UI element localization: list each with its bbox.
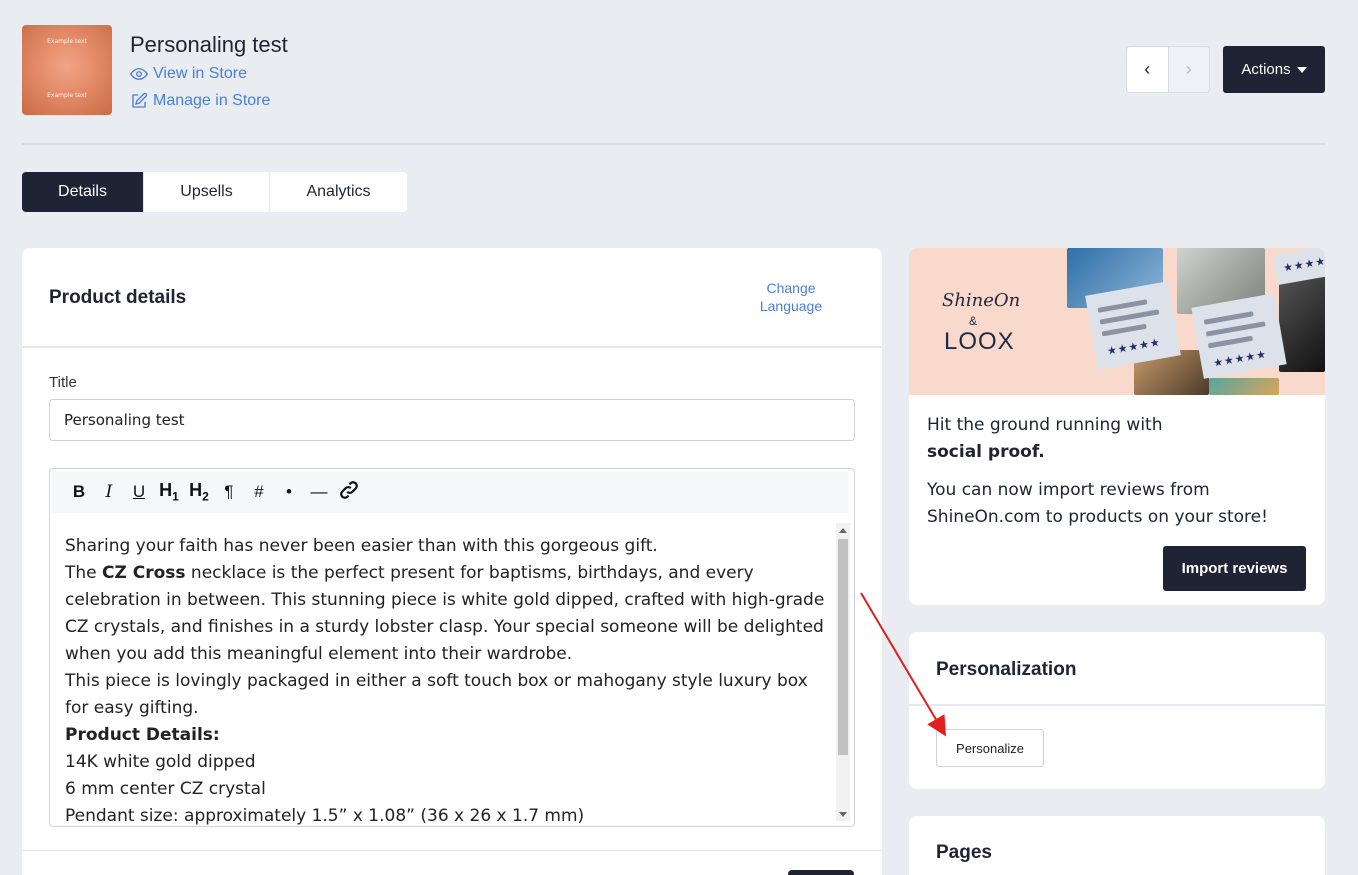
description-editor[interactable]: B I U H1 H2 ¶ # • — Sharing your faith h… xyxy=(49,468,855,827)
scroll-up-icon[interactable] xyxy=(839,528,847,533)
product-details-header: Product details Change Language xyxy=(22,248,882,348)
review-stars: ★★★★★ xyxy=(1282,253,1325,275)
tab-upsells[interactable]: Upsells xyxy=(144,172,270,212)
description-packaging: This piece is lovingly packaged in eithe… xyxy=(65,671,808,718)
product-thumbnail: Example text Example text xyxy=(22,25,112,115)
pages-heading: Pages xyxy=(936,842,992,863)
promo-description: You can now import reviews from ShineOn.… xyxy=(927,480,1268,527)
loox-logo: LOOX xyxy=(944,328,1015,355)
chevron-left-icon: ‹ xyxy=(1144,59,1151,79)
manage-in-store-link[interactable]: Manage in Store xyxy=(130,92,270,110)
change-language-line1: Change xyxy=(766,280,816,296)
review-card: ★★★★★ xyxy=(1191,293,1287,379)
tab-bar: Details Upsells Analytics xyxy=(22,172,407,212)
thumbnail-text-bottom: Example text xyxy=(47,92,87,99)
personalization-card: Personalization Personalize xyxy=(909,632,1325,789)
editor-toolbar: B I U H1 H2 ¶ # • — xyxy=(52,471,848,513)
horizontal-rule-button[interactable]: — xyxy=(304,482,334,502)
link-button[interactable] xyxy=(334,479,364,506)
product-details-card: Product details Change Language Title Pe… xyxy=(22,248,882,875)
detail-item: Pendant size: approximately 1.5” x 1.08”… xyxy=(65,806,585,826)
view-in-store-label: View in Store xyxy=(153,65,247,82)
caret-down-icon xyxy=(1296,66,1307,73)
change-language-link[interactable]: Change Language xyxy=(752,279,830,315)
loox-promo-card: ShineOn & LOOX ★★★★★ ★★★★★ ★★★★★ Hit the… xyxy=(909,248,1325,605)
pages-card: Pages xyxy=(909,816,1325,875)
shineon-logo: ShineOn xyxy=(942,290,1021,311)
promo-headline: Hit the ground running with social proof… xyxy=(927,412,1163,466)
details-heading: Product Details: xyxy=(65,725,220,745)
manage-in-store-label: Manage in Store xyxy=(153,92,271,109)
description-paragraph: The CZ Cross necklace is the perfect pre… xyxy=(65,563,825,664)
review-card: ★★★★★ xyxy=(1085,281,1181,370)
view-in-store-link[interactable]: View in Store xyxy=(130,65,247,83)
hashtag-button[interactable]: # xyxy=(244,482,274,502)
thumbnail-text-top: Example text xyxy=(47,38,87,45)
page-title: Personaling test xyxy=(130,32,288,57)
heading1-button[interactable]: H1 xyxy=(154,480,184,504)
actions-dropdown-button[interactable]: Actions xyxy=(1223,46,1325,93)
next-product-button[interactable]: › xyxy=(1168,47,1209,92)
personalization-divider xyxy=(909,704,1325,706)
paragraph-button[interactable]: ¶ xyxy=(214,482,244,502)
promo-banner: ShineOn & LOOX ★★★★★ ★★★★★ ★★★★★ xyxy=(909,248,1325,395)
edit-icon xyxy=(132,92,148,108)
bold-button[interactable]: B xyxy=(64,482,94,502)
promo-line1-bold: social proof. xyxy=(927,442,1045,462)
card-footer-divider xyxy=(22,850,882,851)
import-reviews-button[interactable]: Import reviews xyxy=(1163,546,1306,591)
header-divider xyxy=(22,143,1325,145)
change-language-line2: Language xyxy=(759,298,823,314)
promo-line1: Hit the ground running with xyxy=(927,415,1163,435)
personalize-button[interactable]: Personalize xyxy=(936,729,1044,767)
heading2-button[interactable]: H2 xyxy=(184,480,214,504)
editor-content[interactable]: Sharing your faith has never been easier… xyxy=(65,533,825,826)
detail-item: 6 mm center CZ crystal xyxy=(65,779,266,799)
scrollbar-thumb[interactable] xyxy=(838,539,848,755)
review-photo xyxy=(1279,276,1325,372)
title-label: Title xyxy=(49,374,77,391)
editor-scrollbar[interactable] xyxy=(836,523,850,821)
chevron-right-icon: › xyxy=(1185,59,1192,79)
review-photo xyxy=(1209,378,1279,395)
title-input[interactable]: Personaling test xyxy=(49,399,855,441)
bullet-list-button[interactable]: • xyxy=(274,482,304,502)
scroll-down-icon[interactable] xyxy=(839,812,847,817)
previous-product-button[interactable]: ‹ xyxy=(1127,47,1169,92)
product-pager: ‹ › xyxy=(1126,46,1210,93)
description-line: Sharing your faith has never been easier… xyxy=(65,536,658,556)
personalization-heading: Personalization xyxy=(936,659,1077,680)
review-stars: ★★★★★ xyxy=(1212,348,1268,370)
underline-button[interactable]: U xyxy=(124,482,154,502)
logo-ampersand: & xyxy=(969,314,978,328)
tab-analytics[interactable]: Analytics xyxy=(270,172,407,212)
product-details-heading: Product details xyxy=(49,287,187,308)
tab-details[interactable]: Details xyxy=(22,172,144,212)
italic-button[interactable]: I xyxy=(94,482,124,502)
review-stars: ★★★★★ xyxy=(1106,336,1162,358)
detail-item: 14K white gold dipped xyxy=(65,752,256,772)
eye-icon xyxy=(130,68,148,80)
footer-button[interactable] xyxy=(788,870,854,875)
actions-label: Actions xyxy=(1241,61,1291,78)
link-icon xyxy=(340,480,358,499)
